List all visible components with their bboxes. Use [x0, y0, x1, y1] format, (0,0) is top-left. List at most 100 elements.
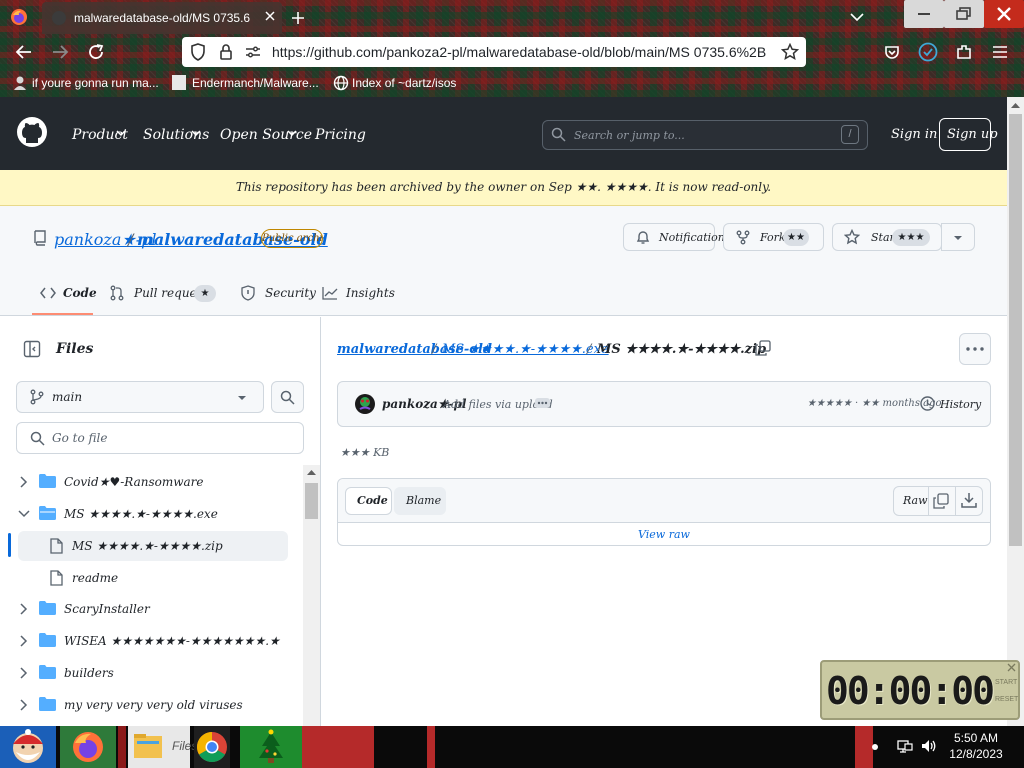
- github-logo-icon[interactable]: [16, 116, 48, 148]
- tab-insights[interactable]: Insights: [346, 286, 395, 300]
- maximize-button[interactable]: [944, 0, 984, 28]
- fork-label: Fork: [760, 231, 786, 244]
- nav-pricing[interactable]: Pricing: [315, 127, 366, 143]
- file-size: ★★★ KB: [340, 446, 390, 459]
- scroll-up-icon[interactable]: [306, 468, 317, 476]
- files-heading: Files: [56, 341, 94, 357]
- chevron-right-icon[interactable]: [20, 603, 28, 615]
- clock-time[interactable]: 5:50 AM: [950, 731, 1002, 745]
- pull-request-count: ★: [194, 285, 216, 302]
- blame-view-label: Blame: [406, 494, 442, 507]
- permissions-icon[interactable]: [244, 44, 262, 60]
- notifications-label: Notifications: [659, 231, 731, 244]
- raw-divider: [928, 487, 929, 515]
- stopwatch-start-button[interactable]: START: [995, 679, 1017, 686]
- chevron-right-icon[interactable]: [20, 476, 28, 488]
- bell-icon: [636, 230, 650, 245]
- list-all-tabs-icon[interactable]: [850, 12, 864, 22]
- menu-icon[interactable]: [992, 45, 1008, 59]
- commit-details-button[interactable]: [535, 398, 550, 408]
- close-tab-icon[interactable]: [264, 10, 276, 22]
- search-shortcut-key: /: [841, 125, 859, 144]
- fork-icon: [736, 230, 750, 245]
- search-icon: [30, 431, 45, 446]
- taskbar-firefox[interactable]: [60, 726, 116, 768]
- file-icon: [50, 570, 63, 586]
- search-icon: [280, 390, 295, 405]
- folder-icon: [39, 697, 56, 711]
- taskbar-window-button[interactable]: [427, 726, 435, 768]
- chevron-down-icon: [287, 130, 297, 137]
- stopwatch-reset-button[interactable]: RESET: [995, 696, 1018, 703]
- collapse-sidebar-icon[interactable]: [23, 340, 41, 358]
- star-icon[interactable]: [781, 43, 799, 61]
- reload-icon[interactable]: [87, 43, 105, 61]
- folder-open-icon: [39, 506, 56, 520]
- folder-icon: [39, 601, 56, 615]
- tree-item-scaryinstaller[interactable]: ScaryInstaller: [64, 602, 150, 616]
- taskbar-separator: [118, 726, 126, 768]
- breadcrumb-separator: /: [587, 342, 592, 357]
- view-raw-link[interactable]: View raw: [338, 528, 990, 541]
- scroll-up-icon[interactable]: [1010, 101, 1021, 109]
- taskbar-chrome[interactable]: [194, 726, 230, 768]
- close-window-button[interactable]: [984, 0, 1024, 28]
- public-archive-badge: Public archive: [261, 229, 323, 248]
- pocket-icon[interactable]: [884, 44, 900, 60]
- notification-dot-icon: [872, 744, 878, 750]
- tree-item-builders[interactable]: builders: [64, 666, 114, 680]
- back-icon[interactable]: [15, 44, 33, 60]
- shield-icon[interactable]: [190, 43, 206, 61]
- tree-item-ms-zip-file[interactable]: MS ★★★★.★-★★★★.zip: [72, 539, 223, 553]
- firefox-icon[interactable]: [10, 8, 28, 26]
- raw-button[interactable]: Raw: [903, 494, 928, 507]
- url-text[interactable]: https://github.com/pankoza2-pl/malwareda…: [272, 44, 780, 60]
- forward-icon[interactable]: [51, 44, 69, 60]
- globe-icon: [333, 75, 349, 91]
- page-scroll-thumb[interactable]: [1009, 114, 1022, 546]
- chevron-right-icon[interactable]: [20, 699, 28, 711]
- close-widget-icon[interactable]: [1007, 663, 1016, 672]
- bookmark-3[interactable]: Index of ~dartz/isos: [352, 76, 456, 90]
- new-tab-icon[interactable]: [290, 10, 306, 26]
- network-icon[interactable]: [897, 738, 913, 754]
- extensions-icon[interactable]: [955, 43, 973, 61]
- chevron-right-icon[interactable]: [20, 667, 28, 679]
- tree-item-readme[interactable]: readme: [72, 571, 118, 585]
- taskbar-window-button[interactable]: [302, 726, 374, 768]
- start-button[interactable]: [0, 726, 56, 768]
- tree-item-ms-exe-folder[interactable]: MS ★★★★.★-★★★★.exe: [64, 507, 218, 521]
- bookmark-1[interactable]: if youre gonna run ma...: [32, 76, 159, 90]
- tab-code[interactable]: Code: [63, 286, 97, 300]
- tab-security[interactable]: Security: [265, 286, 316, 300]
- breadcrumb-folder[interactable]: MS ★★★★.★-★★★★.exe: [442, 342, 609, 357]
- clock-date[interactable]: 12/8/2023: [946, 747, 1006, 761]
- chevron-right-icon[interactable]: [20, 635, 28, 647]
- account-icon[interactable]: [918, 42, 938, 62]
- bookmark-2[interactable]: Endermanch/Malware...: [192, 76, 319, 90]
- folder-icon: [39, 474, 56, 488]
- tree-item-covid-ransomware[interactable]: Covid★♥-Ransomware: [64, 475, 204, 489]
- download-icon[interactable]: [961, 492, 977, 508]
- minimize-button[interactable]: [904, 0, 944, 28]
- file-tree-scroll-thumb[interactable]: [305, 483, 318, 519]
- lock-icon[interactable]: [219, 43, 233, 61]
- copy-path-icon[interactable]: [755, 340, 771, 356]
- copy-raw-icon[interactable]: [933, 493, 949, 509]
- volume-icon[interactable]: [921, 738, 937, 754]
- file-icon: [50, 538, 63, 554]
- nav-open-source[interactable]: Open Source: [220, 127, 312, 143]
- branch-icon: [30, 389, 44, 405]
- code-view-label: Code: [357, 494, 388, 507]
- avatar[interactable]: [355, 394, 375, 414]
- chevron-down-icon[interactable]: [18, 510, 30, 518]
- taskbar-christmas-tree[interactable]: [240, 726, 302, 768]
- tab-title: malwaredatabase-old/MS 0735.6: [74, 11, 251, 25]
- tree-item-wisea[interactable]: WISEA ★★★★★★★-★★★★★★★.★: [64, 634, 280, 648]
- show-desktop-strip[interactable]: [855, 726, 873, 768]
- security-shield-icon: [241, 285, 255, 301]
- sign-in-link[interactable]: Sign in: [891, 127, 937, 142]
- breadcrumb-file: MS ★★★★.★-★★★★.zip: [597, 342, 767, 357]
- history-link[interactable]: History: [940, 398, 981, 411]
- tree-item-old-viruses[interactable]: my very very very old viruses: [64, 698, 243, 712]
